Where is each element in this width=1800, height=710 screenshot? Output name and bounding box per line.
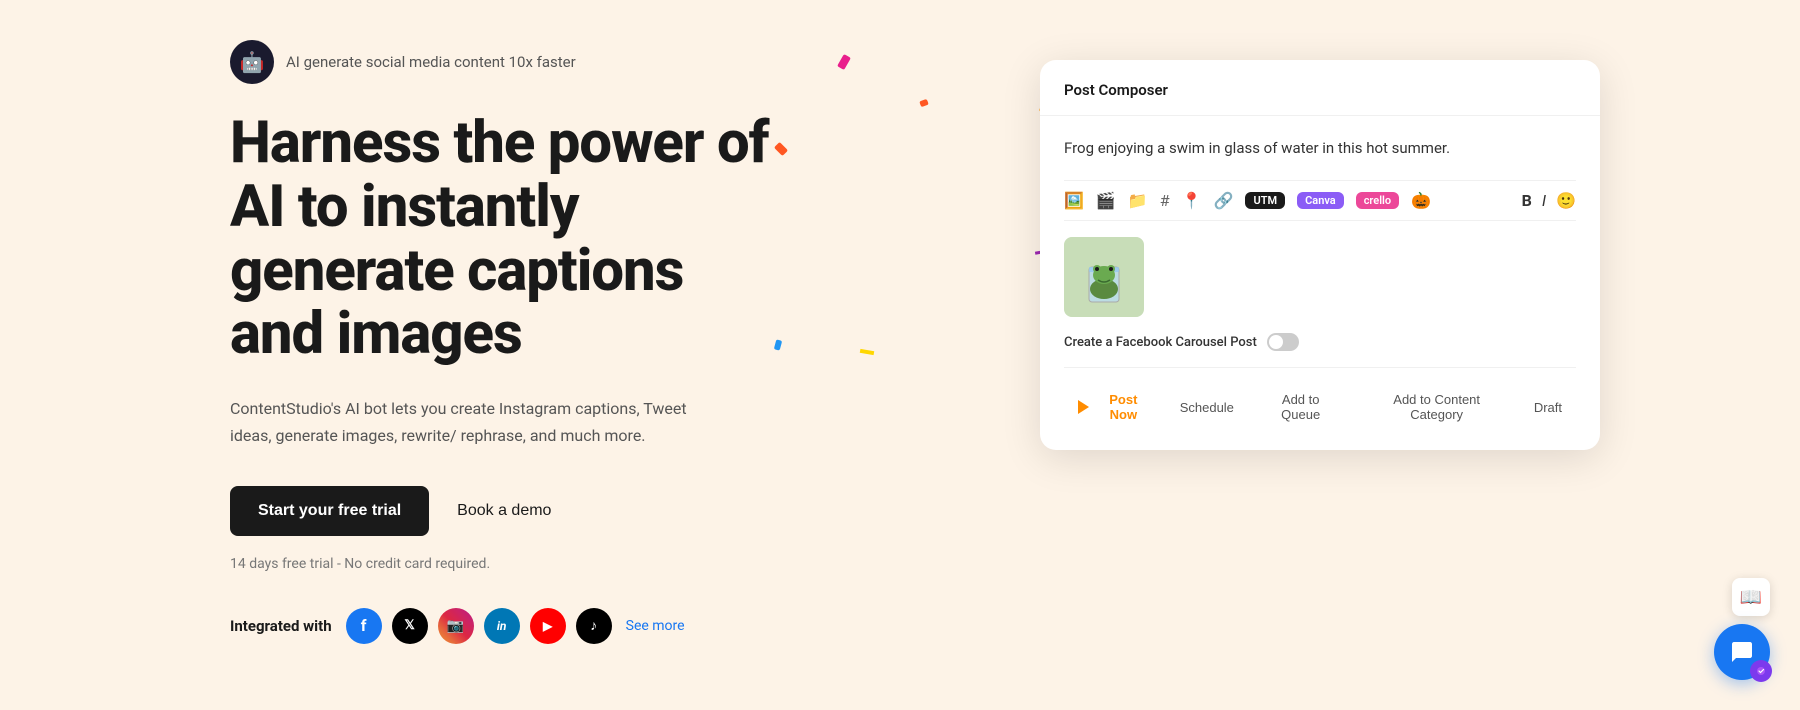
post-now-button[interactable]: Post Now <box>1064 384 1166 430</box>
integration-row: Integrated with f 𝕏 📷 in ▶ ♪ See more <box>230 608 790 644</box>
instagram-icon[interactable]: 📷 <box>438 608 474 644</box>
linkedin-icon[interactable]: in <box>484 608 520 644</box>
emoji-icon[interactable]: 🙂 <box>1556 191 1576 210</box>
composer-card: Post Composer Frog enjoying a swim in gl… <box>1040 60 1600 450</box>
composer-title: Post Composer <box>1064 81 1168 99</box>
schedule-button[interactable]: Schedule <box>1166 392 1248 423</box>
crello-badge[interactable]: crello <box>1356 192 1399 209</box>
confetti-1 <box>837 54 851 70</box>
image-icon[interactable]: 🖼️ <box>1064 191 1084 210</box>
chat-bubble[interactable] <box>1714 624 1770 680</box>
trial-note: 14 days free trial - No credit card requ… <box>230 556 790 572</box>
see-more-link[interactable]: See more <box>626 618 685 634</box>
cta-row: Start your free trial Book a demo <box>230 486 790 536</box>
confetti-12 <box>860 349 874 355</box>
composer-body: Frog enjoying a swim in glass of water i… <box>1040 116 1600 450</box>
toolbar-right: B I 🙂 <box>1522 191 1576 210</box>
main-headline: Harness the power of AI to instantly gen… <box>230 112 790 367</box>
subtext: ContentStudio's AI bot lets you create I… <box>230 395 710 449</box>
carousel-label: Create a Facebook Carousel Post <box>1064 335 1257 350</box>
facebook-icon[interactable]: f <box>346 608 382 644</box>
utm-badge[interactable]: UTM <box>1245 192 1285 209</box>
integration-label: Integrated with <box>230 617 332 635</box>
robot-icon: 🤖 <box>230 40 274 84</box>
x-twitter-icon[interactable]: 𝕏 <box>392 608 428 644</box>
frog-image <box>1064 237 1144 317</box>
add-to-queue-button[interactable]: Add to Queue <box>1248 384 1354 430</box>
book-demo-button[interactable]: Book a demo <box>457 502 551 520</box>
headline-line1: Harness the power of <box>230 109 769 177</box>
chat-book-icon[interactable]: 📖 <box>1732 578 1770 616</box>
right-section: Post Composer Frog enjoying a swim in gl… <box>1040 60 1600 450</box>
headline-line2: AI to instantly <box>230 173 579 241</box>
tiktok-icon[interactable]: ♪ <box>576 608 612 644</box>
badge-row: 🤖 AI generate social media content 10x f… <box>230 40 790 84</box>
schedule-label: Schedule <box>1180 400 1234 415</box>
headline-line3: generate captions <box>230 237 683 305</box>
post-now-label: Post Now <box>1095 392 1152 422</box>
add-to-queue-label: Add to Queue <box>1262 392 1340 422</box>
draft-button[interactable]: Draft <box>1520 392 1576 423</box>
folder-icon[interactable]: 📁 <box>1128 191 1148 210</box>
bold-icon[interactable]: B <box>1522 191 1532 210</box>
link-icon[interactable]: 🔗 <box>1214 191 1234 210</box>
toolbar: 🖼️ 🎬 📁 # 📍 🔗 UTM Canva crello 🎃 B I 🙂 <box>1064 180 1576 221</box>
action-row: Post Now Schedule Add to Queue Add to Co… <box>1064 384 1576 430</box>
location-icon[interactable]: 📍 <box>1182 191 1202 210</box>
social-icons: f 𝕏 📷 in ▶ ♪ <box>346 608 612 644</box>
composer-body-text: Frog enjoying a swim in glass of water i… <box>1064 136 1576 160</box>
play-icon <box>1078 400 1089 414</box>
video-icon[interactable]: 🎬 <box>1096 191 1116 210</box>
italic-icon[interactable]: I <box>1542 191 1546 210</box>
composer-header: Post Composer <box>1040 60 1600 116</box>
start-trial-button[interactable]: Start your free trial <box>230 486 429 536</box>
robot-emoji: 🤖 <box>240 50 265 74</box>
youtube-icon[interactable]: ▶ <box>530 608 566 644</box>
chat-widget: 📖 <box>1714 578 1770 680</box>
draft-label: Draft <box>1534 400 1562 415</box>
emoji-badge[interactable]: 🎃 <box>1411 191 1431 210</box>
carousel-row: Create a Facebook Carousel Post <box>1064 333 1576 368</box>
headline-line4: and images <box>230 300 522 368</box>
add-to-category-label: Add to Content Category <box>1367 392 1505 422</box>
carousel-toggle[interactable] <box>1267 333 1299 351</box>
confetti-11 <box>919 99 929 107</box>
left-section: 🤖 AI generate social media content 10x f… <box>230 40 790 644</box>
chat-ai-badge <box>1750 660 1772 682</box>
image-preview <box>1064 237 1144 317</box>
badge-text: AI generate social media content 10x fas… <box>286 53 576 71</box>
add-to-category-button[interactable]: Add to Content Category <box>1353 384 1519 430</box>
hashtag-icon[interactable]: # <box>1160 191 1170 210</box>
canva-badge[interactable]: Canva <box>1297 192 1344 209</box>
